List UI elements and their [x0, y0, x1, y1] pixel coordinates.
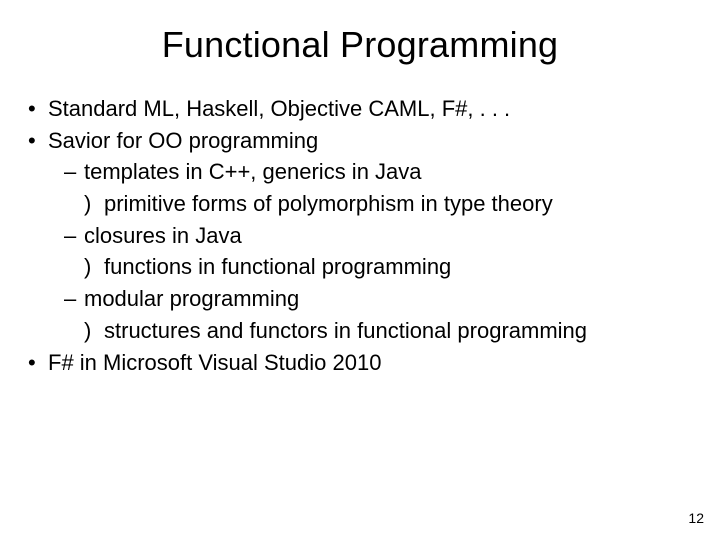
subsubbullet-item: functions in functional programming: [28, 252, 692, 282]
subbullet-item: modular programming: [28, 284, 692, 314]
page-number: 12: [688, 510, 704, 526]
slide: Functional Programming Standard ML, Hask…: [0, 0, 720, 540]
subsubbullet-item: primitive forms of polymorphism in type …: [28, 189, 692, 219]
subsubbullet-item: structures and functors in functional pr…: [28, 316, 692, 346]
bullet-item: Savior for OO programming: [28, 126, 692, 156]
subbullet-item: closures in Java: [28, 221, 692, 251]
bullet-item: Standard ML, Haskell, Objective CAML, F#…: [28, 94, 692, 124]
subbullet-item: templates in C++, generics in Java: [28, 157, 692, 187]
bullet-item: F# in Microsoft Visual Studio 2010: [28, 348, 692, 378]
slide-title: Functional Programming: [28, 24, 692, 66]
slide-body: Standard ML, Haskell, Objective CAML, F#…: [28, 94, 692, 377]
